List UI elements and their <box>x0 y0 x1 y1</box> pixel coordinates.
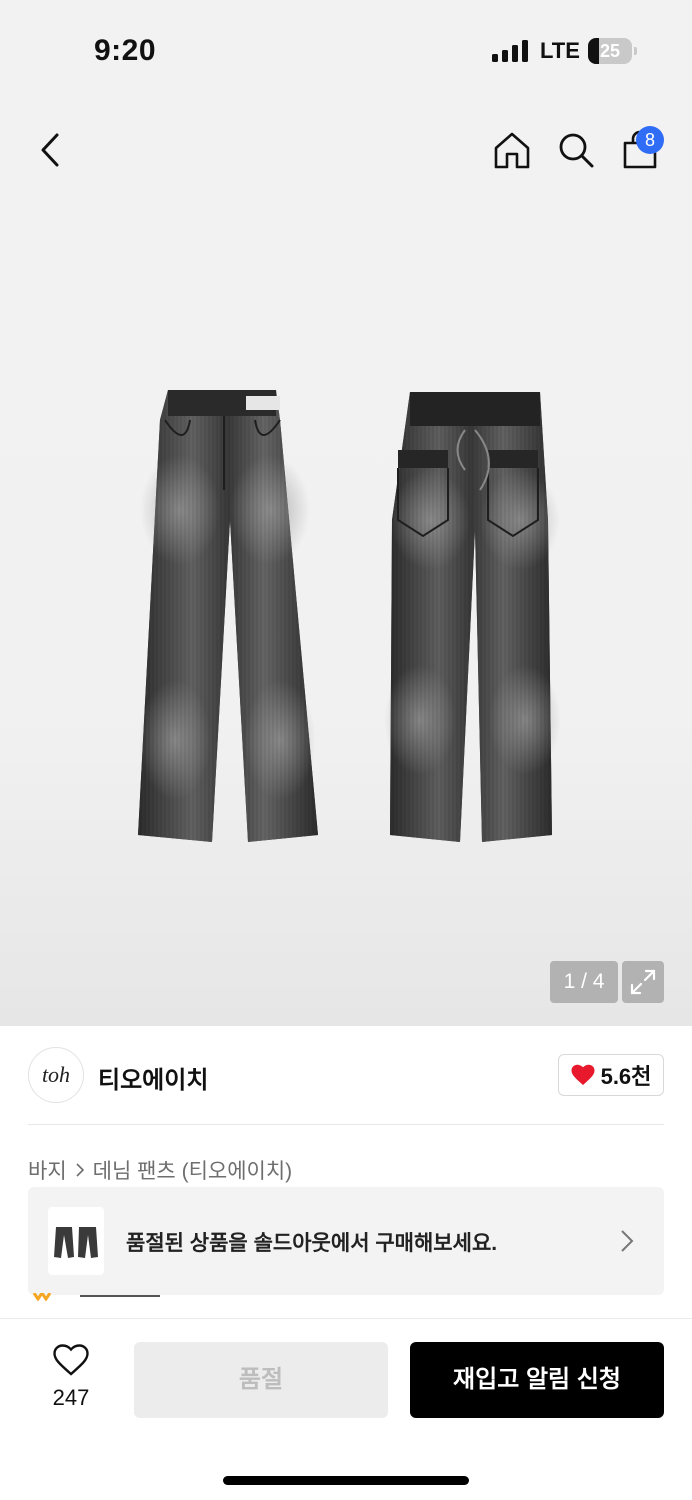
signal-icon <box>492 40 528 62</box>
breadcrumb-subcategory[interactable]: 데님 팬츠 (티오에이치) <box>93 1155 293 1185</box>
product-gallery[interactable]: 9:20 LTE 25 8 1 / 4 <box>0 0 692 1026</box>
jeans-front <box>138 390 318 842</box>
status-bar: 9:20 LTE 25 <box>0 0 692 100</box>
chevron-right-icon <box>76 1163 84 1177</box>
chevron-left-icon <box>41 133 59 167</box>
soldout-banner[interactable]: 품절된 상품을 솔드아웃에서 구매해보세요. <box>28 1187 664 1295</box>
home-icon <box>494 132 530 169</box>
home-indicator <box>223 1476 469 1485</box>
wishlist-button[interactable]: 247 <box>40 1344 102 1411</box>
cart-badge: 8 <box>636 126 664 154</box>
heart-outline-icon <box>53 1344 89 1376</box>
battery-level: 25 <box>599 41 621 61</box>
image-counter: 1 / 4 <box>550 961 618 1003</box>
heart-filled-icon <box>571 1064 595 1085</box>
expand-icon <box>630 969 656 995</box>
brand-logo-text: toh <box>41 1062 71 1087</box>
jeans-back <box>384 392 561 842</box>
status-time: 9:20 <box>94 34 157 67</box>
breadcrumb: 바지 데님 팬츠 (티오에이치) <box>28 1155 292 1185</box>
back-button[interactable] <box>30 130 70 170</box>
divider <box>28 1124 664 1125</box>
chevron-right-icon <box>621 1230 634 1252</box>
restock-alert-button[interactable]: 재입고 알림 신청 <box>410 1342 664 1418</box>
brand-name[interactable]: 티오에이치 <box>98 1060 208 1095</box>
battery-cap <box>634 47 637 55</box>
brand-like-count: 5.6천 <box>600 1064 652 1089</box>
home-button[interactable] <box>490 128 534 172</box>
brand-like-button[interactable]: 5.6천 <box>558 1054 664 1096</box>
search-icon <box>559 133 594 168</box>
expand-button[interactable] <box>622 961 664 1003</box>
battery-icon: 25 <box>588 38 632 64</box>
star-icon <box>32 1293 52 1301</box>
soldout-thumbnail <box>48 1207 104 1275</box>
product-image[interactable] <box>120 380 570 860</box>
search-button[interactable] <box>554 128 598 172</box>
breadcrumb-category[interactable]: 바지 <box>28 1155 67 1185</box>
network-label: LTE <box>540 38 580 63</box>
wishlist-count: 247 <box>52 1385 90 1410</box>
soldout-banner-text: 품절된 상품을 솔드아웃에서 구매해보세요. <box>126 1232 498 1255</box>
soldout-button: 품절 <box>134 1342 388 1418</box>
review-link-underline <box>80 1295 160 1297</box>
brand-logo[interactable]: toh <box>28 1047 84 1103</box>
